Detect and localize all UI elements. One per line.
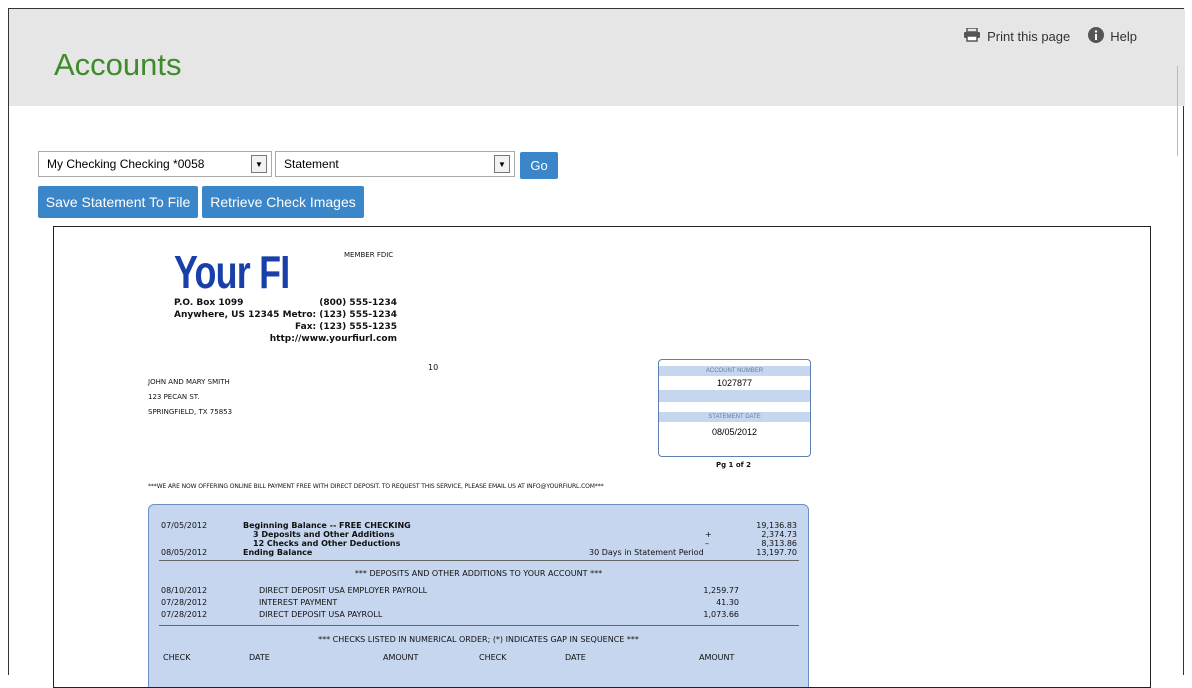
help-label: Help — [1110, 29, 1137, 44]
save-statement-button[interactable]: Save Statement To File — [38, 186, 198, 218]
checks-col-amount: AMOUNT — [699, 653, 735, 662]
summary-desc: 3 Deposits and Other Additions — [253, 530, 395, 539]
checks-col-date: DATE — [565, 653, 586, 662]
summary-date: 08/05/2012 — [161, 548, 208, 557]
deposit-desc: DIRECT DEPOSIT USA EMPLOYER PAYROLL — [259, 586, 428, 595]
page-header: Accounts Print this page Help — [9, 9, 1185, 106]
deposits-header: *** DEPOSITS AND OTHER ADDITIONS TO YOUR… — [354, 569, 603, 578]
account-select[interactable]: My Checking Checking *0058 ▼ — [38, 151, 272, 177]
member-fdic: MEMBER FDIC — [344, 251, 394, 259]
summary-amount: 19,136.83 — [756, 521, 797, 530]
dropdown-arrow-icon[interactable]: ▼ — [494, 155, 510, 173]
page-number: Pg 1 of 2 — [715, 461, 752, 469]
print-label: Print this page — [987, 29, 1071, 44]
summary-period: 30 Days in Statement Period — [589, 548, 704, 557]
statement-code: 10 — [428, 363, 439, 372]
account-select-value: My Checking Checking *0058 — [47, 157, 205, 171]
deposit-amount: 1,259.77 — [703, 586, 739, 595]
dropdown-arrow-icon[interactable]: ▼ — [251, 155, 267, 173]
checks-header: *** CHECKS LISTED IN NUMERICAL ORDER; (*… — [318, 635, 639, 644]
statement-view: Your FI MEMBER FDIC P.O. Box 1099 Anywhe… — [53, 226, 1151, 688]
divider — [159, 560, 799, 561]
page-title: Accounts — [54, 47, 182, 82]
account-number: 1027877 — [716, 378, 753, 388]
account-number-label: ACCOUNT NUMBER — [659, 366, 810, 376]
retrieve-check-images-button[interactable]: Retrieve Check Images — [202, 186, 364, 218]
divider — [159, 625, 799, 626]
summary-amount: 13,197.70 — [756, 548, 797, 557]
summary-box: 07/05/2012 Beginning Balance -- FREE CHE… — [148, 504, 809, 687]
bank-url: http://www.yourfiurl.com — [269, 334, 397, 344]
bank-metro: Metro: (123) 555-1234 — [282, 310, 397, 320]
box-band — [659, 390, 810, 402]
page-frame: Accounts Print this page Help My Checkin… — [8, 8, 1185, 688]
deposit-amount: 1,073.66 — [703, 610, 739, 619]
checks-col-date: DATE — [249, 653, 270, 662]
deposit-amount: 41.30 — [716, 598, 739, 607]
printer-icon — [963, 27, 981, 45]
summary-desc: Beginning Balance -- FREE CHECKING — [243, 521, 411, 530]
checks-col-check: CHECK — [479, 653, 507, 662]
statement-type-select[interactable]: Statement ▼ — [275, 151, 515, 177]
bank-fax: Fax: (123) 555-1235 — [295, 322, 397, 332]
notice-text: ***WE ARE NOW OFFERING ONLINE BILL PAYME… — [148, 483, 604, 490]
customer-name: JOHN AND MARY SMITH — [148, 378, 230, 386]
customer-street: 123 PECAN ST. — [148, 393, 200, 401]
scrollbar[interactable] — [1177, 66, 1183, 156]
print-link[interactable]: Print this page — [963, 27, 1071, 45]
deposit-date: 07/28/2012 — [161, 610, 208, 619]
summary-date: 07/05/2012 — [161, 521, 208, 530]
checks-col-amount: AMOUNT — [383, 653, 419, 662]
customer-city: SPRINGFIELD, TX 75853 — [148, 408, 233, 416]
deposit-date: 07/28/2012 — [161, 598, 208, 607]
statement-type-value: Statement — [284, 157, 339, 171]
bank-address-line1: P.O. Box 1099 — [174, 298, 244, 308]
bank-logo: Your FI — [174, 246, 290, 298]
summary-amount: 2,374.73 — [761, 530, 797, 539]
summary-desc: 12 Checks and Other Deductions — [253, 539, 401, 548]
checks-col-check: CHECK — [163, 653, 191, 662]
top-links: Print this page Help — [963, 27, 1137, 46]
summary-amount: 8,313.86 — [761, 539, 797, 548]
deposit-date: 08/10/2012 — [161, 586, 208, 595]
summary-desc: Ending Balance — [243, 548, 313, 557]
deposit-desc: DIRECT DEPOSIT USA PAYROLL — [259, 610, 383, 619]
help-link[interactable]: Help — [1088, 27, 1137, 46]
statement-date-label: STATEMENT DATE — [659, 412, 810, 422]
deposit-desc: INTEREST PAYMENT — [259, 598, 338, 607]
go-button[interactable]: Go — [520, 152, 558, 179]
account-info-box: ACCOUNT NUMBER 1027877 STATEMENT DATE 08… — [658, 359, 811, 457]
bank-phone: (800) 555-1234 — [319, 298, 397, 308]
statement-date: 08/05/2012 — [711, 427, 758, 437]
info-icon — [1088, 27, 1105, 46]
